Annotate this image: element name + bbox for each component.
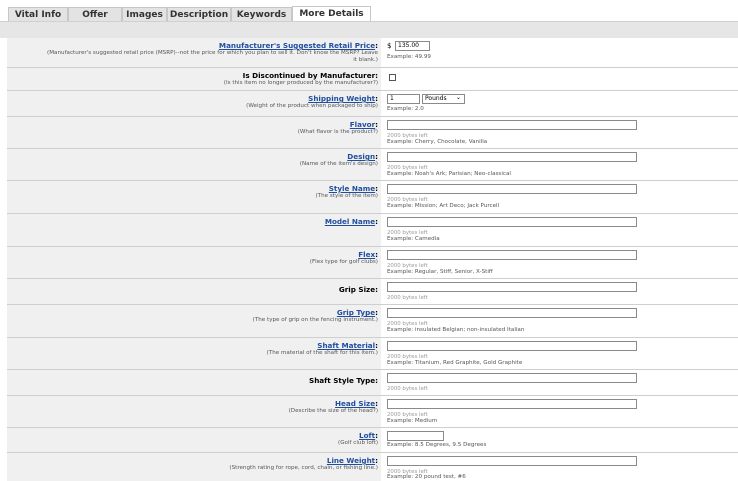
field-description: (What flavor is the product?) [297,129,378,135]
loft-input[interactable] [387,431,444,441]
section-header-band [0,21,738,38]
flavor-input[interactable] [387,120,637,130]
field-row-grip-type: Grip Type: (The type of grip on the fenci… [7,305,738,338]
msrp-input[interactable]: 135.00 [395,41,430,51]
field-description: (The type of grip on the fencing instrum… [252,317,378,323]
discontinued-label-cell: Is Discontinued by Manufacturer: (Is thi… [7,68,381,90]
msrp-label[interactable]: Manufacturer's Suggested Retail Price [219,41,375,50]
field-description: (Flex type for golf clubs) [309,259,378,265]
field-label[interactable]: Design [347,152,375,161]
field-row-style-name: Style Name: (The style of the item) 2000 … [7,181,738,214]
bytes-left: 2000 bytes left [387,386,428,392]
field-row-shaft-material: Shaft Material: (The material of the shaf… [7,338,738,370]
field-example: Example: 20 pound test, #6 [387,474,466,480]
field-label[interactable]: Line Weight [327,456,375,465]
shipping-weight-example: Example: 2.0 [387,106,424,112]
field-example: Example: Mission; Art Deco; Jack Purcell [387,203,500,209]
design-input[interactable] [387,152,637,162]
field-label[interactable]: Grip Type [337,308,375,317]
field-description: (The style of the item) [315,193,378,199]
model-name-input[interactable] [387,217,637,227]
tab-more-details[interactable]: More Details [292,6,371,21]
field-description: (Golf club loft) [338,440,378,446]
field-row-design: Design: (Name of the item's design) 2000 … [7,149,738,181]
style-name-input[interactable] [387,184,637,194]
field-label[interactable]: Flex [358,250,375,259]
field-description: (Name of the item's design) [299,161,378,167]
field-row-loft: Loft: (Golf club loft) Example: 8.5 Degre… [7,428,738,453]
field-row-head-size: Head Size: (Describe the size of the head… [7,396,738,428]
field-label[interactable]: Flavor [350,120,375,129]
field-row-shaft-style-type: Shaft Style Type: 2000 bytes left [7,370,738,396]
field-label[interactable]: Style Name [329,184,375,193]
field-description: (Strength rating for rope, cord, chain, … [229,465,378,471]
grip-type-input[interactable] [387,308,637,318]
tab-images[interactable]: Images [122,7,167,21]
field-label[interactable]: Loft [359,431,375,440]
currency-symbol: $ [387,42,392,50]
shaft-material-input[interactable] [387,341,637,351]
field-label[interactable]: Head Size [335,399,375,408]
discontinued-description: (Is this item no longer produced by the … [223,80,378,86]
field-example: Example: Regular, Stiff, Senior, X-Stiff [387,269,493,275]
discontinued-checkbox[interactable] [389,74,396,81]
field-description: (The material of the shaft for this item… [266,350,378,356]
tab-vital-info[interactable]: Vital Info [8,7,68,21]
grip-size-input[interactable] [387,282,637,292]
field-description: (Describe the size of the head?) [288,408,378,414]
field-row-line-weight: Line Weight: (Strength rating for rope, c… [7,453,738,481]
tab-description[interactable]: Description [167,7,231,21]
field-example: Example: Cherry, Chocolate, Vanilla [387,139,488,145]
field-row-flex: Flex: (Flex type for golf clubs) 2000 byt… [7,247,738,279]
field-example: Example: Titanium, Red Graphite, Gold Gr… [387,360,523,366]
shipping-weight-label-cell: Shipping Weight: (Weight of the product … [7,91,381,116]
shipping-weight-label[interactable]: Shipping Weight [308,94,375,103]
line-weight-input[interactable] [387,456,637,466]
head-size-input[interactable] [387,399,637,409]
field-row-flavor: Flavor: (What flavor is the product?) 200… [7,117,738,149]
msrp-row: Manufacturer's Suggested Retail Price: (… [7,38,738,68]
shaft-style-type-input[interactable] [387,373,637,383]
field-example: Example: 8.5 Degrees, 9.5 Degrees [387,442,487,448]
shipping-weight-input[interactable]: 1 [387,94,420,104]
shipping-weight-row: Shipping Weight: (Weight of the product … [7,91,738,117]
field-example: Example: insulated Belgian; non-insulate… [387,327,525,333]
field-row-grip-size: Grip Size: 2000 bytes left [7,279,738,305]
shipping-weight-unit-select[interactable]: Pounds ⌄ [422,94,465,104]
field-label[interactable]: Model Name [325,217,375,226]
discontinued-label: Is Discontinued by Manufacturer: [242,71,378,80]
field-label: Shaft Style Type: [309,376,378,385]
field-example: Example: Noah's Ark; Parisian; Neo-class… [387,171,511,177]
discontinued-row: Is Discontinued by Manufacturer: (Is thi… [7,68,738,91]
field-label[interactable]: Shaft Material [317,341,375,350]
field-label: Grip Size: [338,285,378,294]
flex-input[interactable] [387,250,637,260]
field-example: Example: Medium [387,418,438,424]
chevron-down-icon: ⌄ [455,94,461,101]
msrp-label-cell: Manufacturer's Suggested Retail Price: (… [7,38,381,67]
msrp-description: (Manufacturer's suggested retail price (… [47,50,378,63]
tab-keywords[interactable]: Keywords [231,7,292,21]
msrp-example: Example: 49.99 [387,54,431,60]
shipping-weight-description: (Weight of the product when packaged to … [246,103,378,109]
tab-offer[interactable]: Offer [68,7,122,21]
tab-bar: Vital Info Offer Images Description Keyw… [0,0,738,21]
bytes-left: 2000 bytes left [387,295,428,301]
field-row-model-name: Model Name: 2000 bytes left Example: Came… [7,214,738,247]
field-example: Example: Camedia [387,236,440,242]
